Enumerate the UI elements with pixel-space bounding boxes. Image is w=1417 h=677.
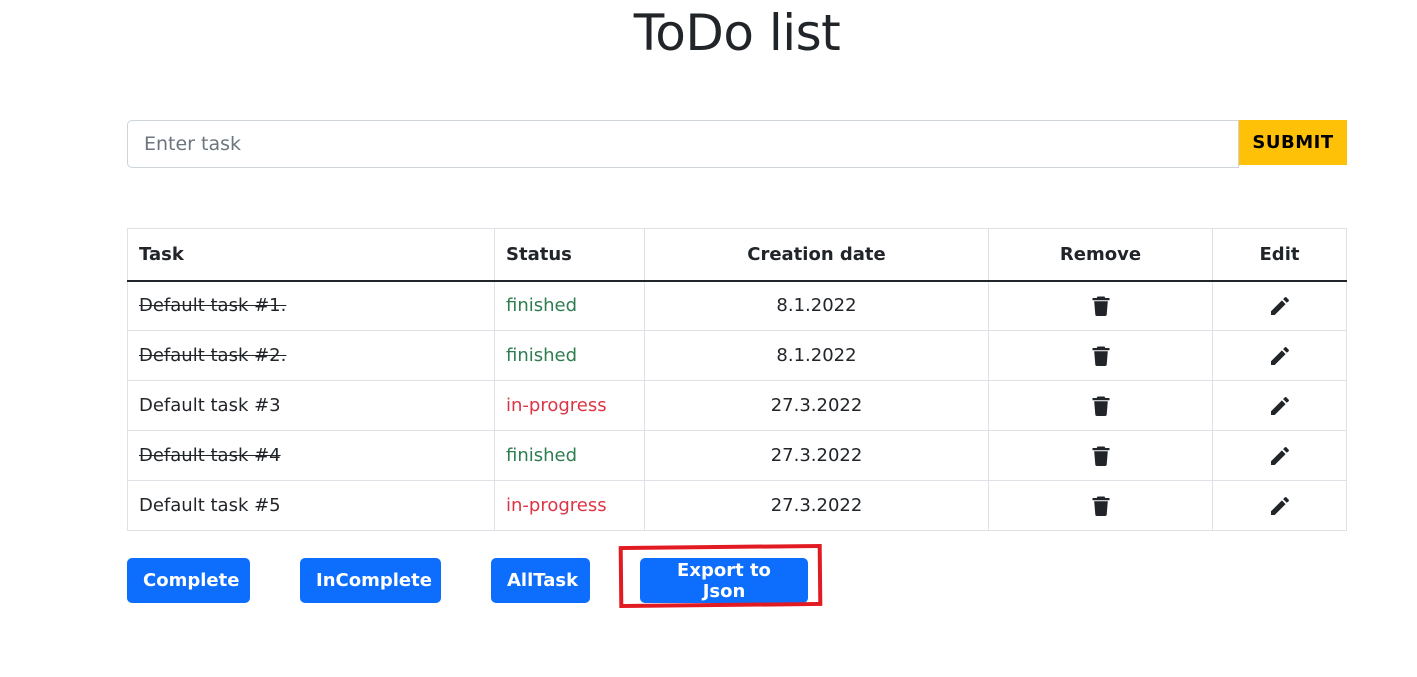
task-name: Default task #1. [127, 280, 495, 331]
header-task: Task [127, 228, 495, 282]
table-row: Default task #2. finished 8.1.2022 [127, 330, 1347, 381]
edit-cell [1212, 480, 1347, 531]
task-name: Default task #4 [127, 430, 495, 481]
table-row: Default task #4 finished 27.3.2022 [127, 430, 1347, 481]
task-name: Default task #3 [127, 380, 495, 431]
task-input[interactable] [127, 120, 1239, 168]
task-name: Default task #2. [127, 330, 495, 381]
trash-icon[interactable] [1089, 294, 1113, 318]
task-creation-date: 27.3.2022 [644, 480, 989, 531]
table-row: Default task #5 in-progress 27.3.2022 [127, 480, 1347, 531]
remove-cell [988, 380, 1213, 431]
pencil-icon[interactable] [1268, 444, 1292, 468]
task-creation-date: 8.1.2022 [644, 280, 989, 331]
task-table: Task Status Creation date Remove Edit De… [127, 228, 1347, 531]
pencil-icon[interactable] [1268, 494, 1292, 518]
remove-cell [988, 480, 1213, 531]
page-title: ToDo list [633, 4, 841, 62]
task-creation-date: 8.1.2022 [644, 330, 989, 381]
pencil-icon[interactable] [1268, 344, 1292, 368]
remove-cell [988, 430, 1213, 481]
task-name: Default task #5 [127, 480, 495, 531]
pencil-icon[interactable] [1268, 294, 1292, 318]
edit-cell [1212, 380, 1347, 431]
task-status: finished [494, 430, 645, 481]
trash-icon[interactable] [1089, 394, 1113, 418]
task-list: Default task #1. finished 8.1.2022 Default … [127, 280, 1347, 531]
submit-button[interactable]: SUBMIT [1239, 120, 1347, 165]
edit-cell [1212, 330, 1347, 381]
annotation-highlight-box [618, 543, 823, 609]
edit-cell [1212, 430, 1347, 481]
edit-cell [1212, 280, 1347, 331]
table-row: Default task #3 in-progress 27.3.2022 [127, 380, 1347, 431]
task-status: finished [494, 280, 645, 331]
header-status: Status [494, 228, 645, 282]
task-status: in-progress [494, 380, 645, 431]
alltask-button[interactable]: AllTask [491, 558, 590, 603]
remove-cell [988, 280, 1213, 331]
table-header-row: Task Status Creation date Remove Edit [127, 228, 1347, 282]
remove-cell [988, 330, 1213, 381]
incomplete-button[interactable]: InComplete [300, 558, 441, 603]
header-remove: Remove [988, 228, 1213, 282]
task-form: SUBMIT [127, 120, 1347, 168]
trash-icon[interactable] [1089, 444, 1113, 468]
task-creation-date: 27.3.2022 [644, 430, 989, 481]
trash-icon[interactable] [1089, 494, 1113, 518]
task-status: finished [494, 330, 645, 381]
task-creation-date: 27.3.2022 [644, 380, 989, 431]
complete-button[interactable]: Complete [127, 558, 250, 603]
pencil-icon[interactable] [1268, 394, 1292, 418]
trash-icon[interactable] [1089, 344, 1113, 368]
header-creation-date: Creation date [644, 228, 989, 282]
task-status: in-progress [494, 480, 645, 531]
table-row: Default task #1. finished 8.1.2022 [127, 280, 1347, 331]
header-edit: Edit [1212, 228, 1347, 282]
